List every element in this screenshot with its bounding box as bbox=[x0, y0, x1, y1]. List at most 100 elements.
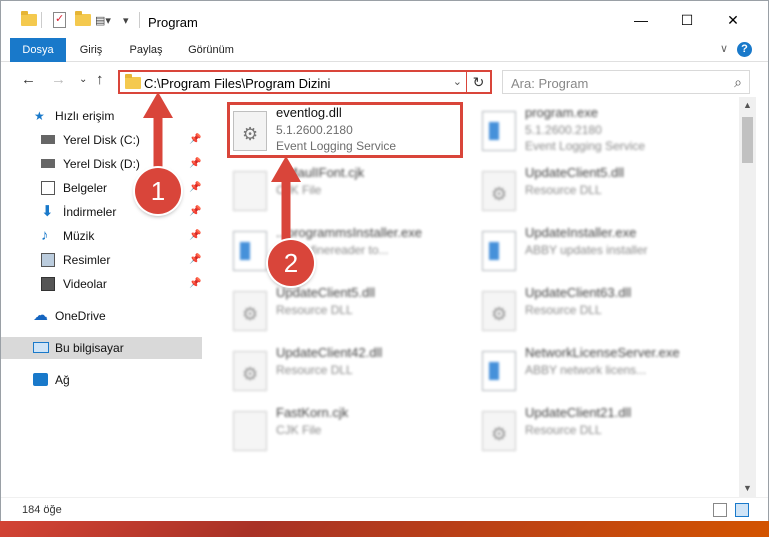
sidebar-item-label: Bu bilgisayar bbox=[55, 341, 124, 355]
sidebar-item-label: Yerel Disk (C:) bbox=[63, 133, 140, 147]
pin-icon[interactable]: 📌 bbox=[189, 273, 201, 295]
list-item[interactable]: ...MaulIFont.cjk CJK File bbox=[229, 163, 469, 221]
file-name: program.exe bbox=[525, 105, 598, 120]
file-name: UpdateClient21.dll bbox=[525, 405, 632, 420]
file-description: Event Logging Service bbox=[525, 139, 646, 153]
sidebar-item-label: Müzik bbox=[63, 229, 95, 243]
file-type: CJK File bbox=[276, 183, 322, 197]
file-version: 5.1.2600.2180 bbox=[525, 123, 602, 137]
videos-icon bbox=[41, 277, 55, 291]
folder-icon bbox=[21, 11, 37, 29]
cloud-icon: ☁ bbox=[33, 307, 48, 324]
list-item[interactable]: NetworkLicenseServer.exe ABBY network li… bbox=[478, 343, 718, 401]
list-item[interactable]: FastKorn.cjk CJK File bbox=[229, 403, 469, 461]
step-2-badge: 2 bbox=[268, 240, 314, 286]
drive-icon bbox=[41, 135, 55, 144]
item-count: 184 öğe bbox=[22, 504, 62, 516]
documents-icon bbox=[41, 181, 55, 195]
address-row: ← → ⌄ ↑ C:\Program Files\Program Dizini … bbox=[1, 63, 768, 97]
properties-icon[interactable] bbox=[53, 11, 66, 29]
sidebar-item-quick-access[interactable]: ★ Hızlı erişim bbox=[1, 105, 202, 127]
expand-ribbon-icon[interactable]: ∨ bbox=[720, 42, 728, 55]
list-item[interactable]: ⚙ UpdateClient5.dll Resource DLL bbox=[229, 283, 469, 341]
file-name: UpdateClient63.dll bbox=[525, 285, 632, 300]
file-icon bbox=[233, 411, 267, 451]
list-item[interactable]: UpdateInstaller.exe ABBY updates install… bbox=[478, 223, 718, 281]
chevron-down-icon[interactable]: ⌄ bbox=[453, 75, 462, 88]
network-icon bbox=[33, 373, 48, 386]
scroll-up-icon[interactable]: ▲ bbox=[739, 97, 756, 114]
pin-icon[interactable]: 📌 bbox=[189, 129, 201, 151]
pin-icon[interactable]: 📌 bbox=[189, 177, 201, 199]
pin-icon[interactable]: 📌 bbox=[189, 225, 201, 247]
sidebar-item-music[interactable]: ♪ Müzik 📌 bbox=[1, 225, 202, 247]
refresh-icon[interactable]: ↻ bbox=[466, 72, 490, 92]
step-1-badge: 1 bbox=[135, 168, 181, 214]
file-description: ABBY updates installer bbox=[525, 243, 648, 257]
sidebar-item-pictures[interactable]: Resimler 📌 bbox=[1, 249, 202, 271]
new-folder-icon[interactable] bbox=[75, 11, 91, 29]
search-icon: ⌕ bbox=[734, 74, 742, 90]
file-name: FastKorn.cjk bbox=[276, 405, 349, 420]
list-item[interactable]: program.exe 5.1.2600.2180 Event Logging … bbox=[478, 103, 718, 161]
sidebar-item-local-disk-c[interactable]: Yerel Disk (C:) 📌 bbox=[1, 129, 202, 151]
address-bar[interactable]: C:\Program Files\Program Dizini ⌄ ↻ bbox=[118, 70, 492, 94]
file-name: UpdateInstaller.exe bbox=[525, 225, 637, 240]
highlight-box bbox=[227, 102, 463, 158]
music-icon: ♪ bbox=[41, 227, 49, 244]
status-bar: 184 öğe bbox=[1, 497, 768, 521]
list-item[interactable]: ...programmsInstaller.exe ABBY finereade… bbox=[229, 223, 469, 281]
exe-file-icon bbox=[482, 351, 516, 391]
details-view-icon[interactable] bbox=[713, 503, 727, 517]
file-description: ABBY network licens... bbox=[525, 363, 647, 377]
tab-home[interactable]: Giriş bbox=[69, 38, 113, 62]
sidebar-item-label: Resimler bbox=[63, 253, 111, 267]
recent-locations-icon[interactable]: ⌄ bbox=[79, 74, 87, 85]
tab-share[interactable]: Paylaş bbox=[121, 38, 171, 62]
maximize-button[interactable]: ☐ bbox=[672, 9, 702, 31]
drive-icon bbox=[41, 159, 55, 168]
customize-qa-icon[interactable]: ▤▾ bbox=[95, 11, 111, 29]
pin-icon[interactable]: 📌 bbox=[189, 153, 201, 175]
tab-view[interactable]: Görünüm bbox=[179, 38, 243, 62]
scroll-thumb[interactable] bbox=[742, 117, 753, 163]
explorer-window: ▤▾ ▾ Program — ☐ ✕ Dosya Giriş Paylaş Gö… bbox=[0, 0, 769, 521]
sidebar-item-this-pc[interactable]: Bu bilgisayar bbox=[1, 337, 202, 359]
file-type: Resource DLL bbox=[525, 423, 602, 437]
forward-icon[interactable]: → bbox=[51, 71, 66, 88]
exe-file-icon bbox=[482, 231, 516, 271]
back-icon[interactable]: ← bbox=[21, 71, 36, 88]
sidebar-item-network[interactable]: Ağ bbox=[1, 369, 202, 391]
vertical-scrollbar[interactable]: ▲ ▼ bbox=[739, 97, 756, 497]
sidebar-item-label: İndirmeler bbox=[63, 205, 117, 219]
list-item-eventlog-dll[interactable]: ⚙ eventlog.dll 5.1.2600.2180 Event Loggi… bbox=[227, 102, 469, 161]
file-name: ...programmsInstaller.exe bbox=[276, 225, 422, 240]
close-button[interactable]: ✕ bbox=[718, 9, 748, 31]
tab-file[interactable]: Dosya bbox=[10, 38, 66, 62]
dll-file-icon: ⚙ bbox=[233, 351, 267, 391]
qa-dropdown-icon[interactable]: ▾ bbox=[123, 11, 129, 29]
list-item[interactable]: ⚙ UpdateClient63.dll Resource DLL bbox=[478, 283, 718, 341]
sidebar-item-label: Ağ bbox=[55, 373, 70, 387]
sidebar-item-onedrive[interactable]: ☁ OneDrive bbox=[1, 305, 202, 327]
minimize-button[interactable]: — bbox=[626, 9, 656, 31]
up-icon[interactable]: ↑ bbox=[96, 71, 104, 88]
file-name: NetworkLicenseServer.exe bbox=[525, 345, 680, 360]
list-item[interactable]: ⚙ UpdateClient21.dll Resource DLL bbox=[478, 403, 718, 461]
pin-icon[interactable]: 📌 bbox=[189, 201, 201, 223]
scroll-down-icon[interactable]: ▼ bbox=[739, 480, 756, 497]
address-path: C:\Program Files\Program Dizini bbox=[144, 76, 331, 91]
dll-file-icon: ⚙ bbox=[233, 291, 267, 331]
list-item[interactable]: ⚙ UpdateClient5.dll Resource DLL bbox=[478, 163, 718, 221]
large-icons-view-icon[interactable] bbox=[735, 503, 749, 517]
list-item[interactable]: ⚙ UpdateClient42.dll Resource DLL bbox=[229, 343, 469, 401]
search-input[interactable]: Ara: Program ⌕ bbox=[502, 70, 750, 94]
search-placeholder: Ara: Program bbox=[511, 76, 589, 91]
file-type: CJK File bbox=[276, 423, 322, 437]
help-icon[interactable]: ? bbox=[737, 42, 752, 57]
sidebar-item-label: Videolar bbox=[63, 277, 107, 291]
pin-icon[interactable]: 📌 bbox=[189, 249, 201, 271]
sidebar-item-videos[interactable]: Videolar 📌 bbox=[1, 273, 202, 295]
file-type: Resource DLL bbox=[276, 363, 353, 377]
file-type: Resource DLL bbox=[525, 183, 602, 197]
